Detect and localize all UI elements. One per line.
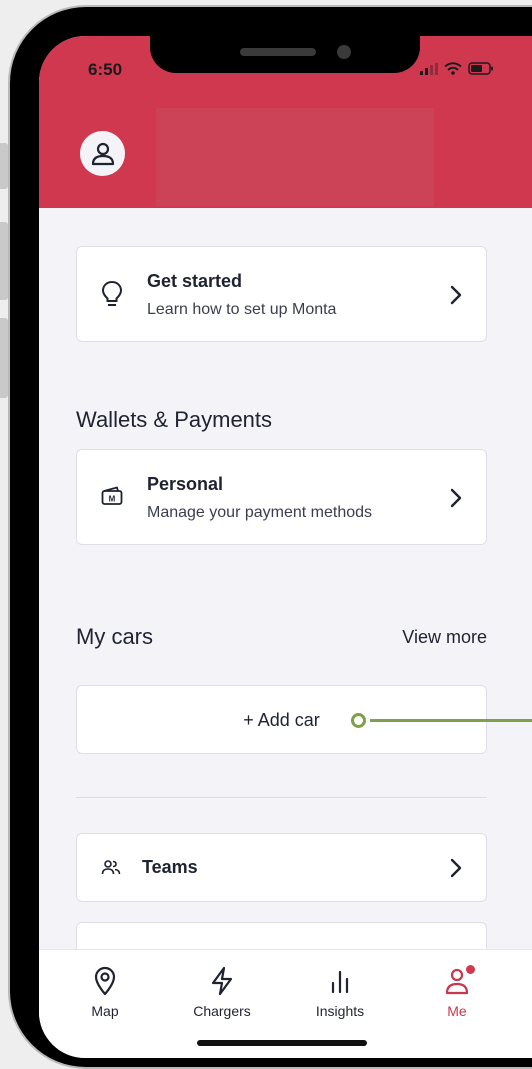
chevron-right-icon — [450, 858, 462, 878]
front-camera — [337, 45, 351, 59]
teams-label: Teams — [142, 857, 198, 877]
tab-map[interactable]: Map — [55, 964, 155, 1019]
status-time: 6:50 — [88, 60, 123, 79]
status-icons — [420, 62, 494, 75]
location-pin-icon — [94, 966, 116, 996]
volume-up-button — [0, 222, 8, 300]
device-notch — [150, 36, 420, 73]
get-started-title: Get started — [147, 271, 243, 291]
speaker-grille — [240, 48, 316, 56]
silent-switch — [0, 143, 8, 189]
avatar[interactable] — [80, 131, 125, 176]
redacted-username — [156, 108, 434, 206]
annotation-line — [370, 719, 532, 722]
wallet-icon-letter: M — [109, 495, 116, 504]
tab-map-label: Map — [91, 1003, 119, 1019]
wifi-icon — [444, 62, 462, 75]
view-more-link[interactable]: View more — [402, 627, 487, 648]
bar-chart-icon — [331, 970, 349, 994]
wallet-icon: M — [101, 486, 123, 505]
chevron-right-icon — [450, 488, 462, 508]
section-divider — [76, 797, 487, 798]
tab-insights-label: Insights — [315, 1003, 365, 1019]
lightbulb-icon — [101, 280, 123, 306]
chevron-right-icon — [450, 285, 462, 305]
get-started-card[interactable]: Get started Learn how to set up Monta — [76, 246, 487, 342]
tab-chargers-label: Chargers — [193, 1003, 251, 1019]
person-icon — [91, 142, 114, 165]
tab-chargers[interactable]: Chargers — [172, 964, 272, 1019]
signal-icon — [420, 63, 438, 75]
volume-down-button — [0, 318, 8, 398]
lightning-icon — [211, 966, 233, 996]
wallets-section-title: Wallets & Payments — [76, 407, 273, 432]
users-icon — [101, 860, 121, 875]
tab-me-label: Me — [447, 1003, 467, 1019]
phone-frame: 6:50 Get started Learn how to set up Mon… — [8, 5, 532, 1069]
teams-menu-item[interactable]: Teams — [76, 833, 487, 902]
home-indicator — [197, 1040, 367, 1046]
personal-wallet-title: Personal — [147, 474, 224, 494]
get-started-subtitle: Learn how to set up Monta — [147, 301, 337, 318]
tab-insights[interactable]: Insights — [290, 964, 390, 1019]
notification-badge — [466, 965, 475, 974]
annotation-marker — [351, 713, 366, 728]
tab-me[interactable]: Me — [407, 964, 507, 1019]
app-screen: 6:50 Get started Learn how to set up Mon… — [39, 36, 532, 1058]
personal-wallet-card[interactable]: M Personal Manage your payment methods — [76, 449, 487, 545]
battery-icon — [468, 62, 493, 75]
personal-wallet-subtitle: Manage your payment methods — [147, 504, 373, 521]
my-cars-section-title: My cars — [76, 624, 153, 649]
